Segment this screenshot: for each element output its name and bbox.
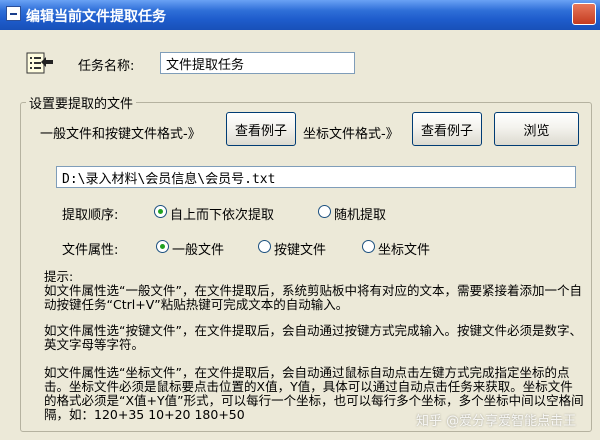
attribute-general-radio[interactable] [156,240,169,253]
general-format-label: 一般文件和按键文件格式-》 [40,127,201,142]
browse-button[interactable]: 浏览 [494,112,579,146]
task-list-icon [26,52,53,74]
order-sequential-radio[interactable] [154,205,167,218]
task-name-input[interactable] [160,52,355,74]
tips-heading: 提示: [44,269,74,284]
window-title: 编辑当前文件提取任务 [26,9,166,25]
file-path-input[interactable] [56,166,576,188]
order-random-label[interactable]: 随机提取 [334,204,386,223]
attribute-coord-radio[interactable] [362,240,375,253]
view-example-coord-button[interactable]: 查看例子 [412,112,482,146]
tips-general: 如文件属性选“一般文件”，在文件提取后，系统剪贴板中将有对应的文本，需要紧接着添… [44,283,582,312]
view-example-general-button[interactable]: 查看例子 [226,112,296,146]
tips-key: 如文件属性选“按键文件”，在文件提取后，会自动通过按键方式完成输入。按键文件必须… [44,323,582,352]
attribute-general-label[interactable]: 一般文件 [172,239,224,258]
order-label: 提取顺序: [62,208,119,223]
attribute-key-label[interactable]: 按键文件 [274,239,326,258]
file-settings-group-title: 设置要提取的文件 [26,93,137,112]
attribute-coord-label[interactable]: 坐标文件 [378,239,430,258]
watermark: 知乎 @爱分享爱智能点击王 [416,414,577,429]
attribute-key-radio[interactable] [258,240,271,253]
close-button[interactable] [572,3,596,25]
order-random-radio[interactable] [318,205,331,218]
coord-format-label: 坐标文件格式-》 [303,127,399,142]
task-name-label: 任务名称: [78,59,135,74]
window-menu-icon[interactable] [6,6,21,21]
order-sequential-label[interactable]: 自上而下依次提取 [170,204,274,223]
title-bar: 编辑当前文件提取任务 [0,0,600,30]
attribute-label: 文件属性: [62,243,119,258]
